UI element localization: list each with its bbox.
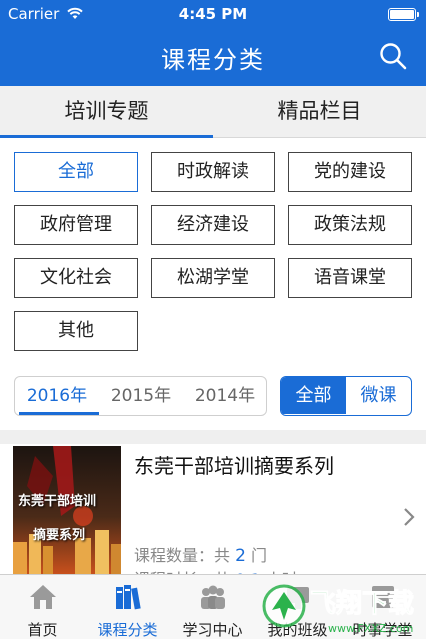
course-count-unit: 门 (251, 546, 268, 565)
search-icon[interactable] (378, 41, 408, 71)
clock: 4:45 PM (178, 5, 248, 23)
tab-featured-columns[interactable]: 精品栏目 (213, 86, 426, 137)
tabbar-label: 课程分类 (97, 621, 158, 639)
category-party-building[interactable]: 党的建设 (288, 152, 412, 192)
svg-text:飞翔下载: 飞翔下载 (310, 589, 414, 619)
category-government-management[interactable]: 政府管理 (14, 205, 138, 245)
filter-micro-course[interactable]: 微课 (346, 377, 411, 414)
svg-text:www.FXXZ.com: www.FXXZ.com (328, 622, 413, 635)
category-other[interactable]: 其他 (14, 311, 138, 351)
tab-selected-indicator (0, 135, 213, 138)
segment-tabs: 培训专题 精品栏目 (0, 86, 426, 138)
tabbar-learning-center[interactable]: 学习中心 (170, 575, 255, 639)
category-current-affairs[interactable]: 时政解读 (151, 152, 275, 192)
course-count-value: 2 (235, 546, 246, 566)
category-songhu-academy[interactable]: 松湖学堂 (151, 258, 275, 298)
page-title: 课程分类 (161, 46, 265, 74)
course-title: 东莞干部培训摘要系列 (134, 454, 334, 478)
category-policies-regulations[interactable]: 政策法规 (288, 205, 412, 245)
chevron-right-icon (404, 508, 415, 526)
people-icon (201, 585, 225, 609)
tabbar-course-categories[interactable]: 课程分类 (85, 575, 170, 639)
battery-icon (388, 8, 419, 21)
tabbar-label: 学习中心 (182, 621, 243, 639)
course-count-label: 课程数量：共 (134, 546, 231, 565)
year-2015[interactable]: 2015年 (99, 377, 183, 415)
tabbar-label: 首页 (27, 621, 58, 639)
tab-label: 精品栏目 (277, 99, 362, 123)
books-icon (116, 585, 141, 610)
thumbnail-text-line1: 东莞干部培训 (18, 494, 97, 509)
home-icon (30, 585, 56, 609)
category-culture-society[interactable]: 文化社会 (14, 258, 138, 298)
tab-label: 培训专题 (64, 99, 149, 123)
course-thumbnail: 东莞干部培训 摘要系列 (13, 446, 121, 574)
watermark-logo: 飞翔下载 www.FXXZ.com (262, 584, 415, 635)
category-audio-classroom[interactable]: 语音课堂 (288, 258, 412, 298)
year-selected-indicator (19, 412, 99, 415)
filter-all[interactable]: 全部 (281, 377, 346, 414)
type-filter: 全部 微课 (280, 376, 412, 416)
category-economic-construction[interactable]: 经济建设 (151, 205, 275, 245)
course-list-item[interactable]: 东莞干部培训 摘要系列 东莞干部培训摘要系列 课程数量：共 2 门 课程时长：共… (0, 444, 426, 589)
year-selector: 2016年 2015年 2014年 (14, 376, 267, 416)
status-bar: Carrier 4:45 PM (0, 0, 426, 28)
tab-training-topics[interactable]: 培训专题 (0, 86, 213, 138)
year-2014[interactable]: 2014年 (183, 377, 267, 415)
course-count: 课程数量：共 2 门 (134, 542, 267, 566)
thumbnail-graphic (13, 446, 121, 574)
section-divider (0, 430, 426, 444)
navigation-bar: 课程分类 (0, 28, 426, 86)
tabbar-home[interactable]: 首页 (0, 575, 85, 639)
category-all[interactable]: 全部 (14, 152, 138, 192)
thumbnail-text-line2: 摘要系列 (33, 528, 86, 543)
year-2016[interactable]: 2016年 (15, 377, 99, 415)
